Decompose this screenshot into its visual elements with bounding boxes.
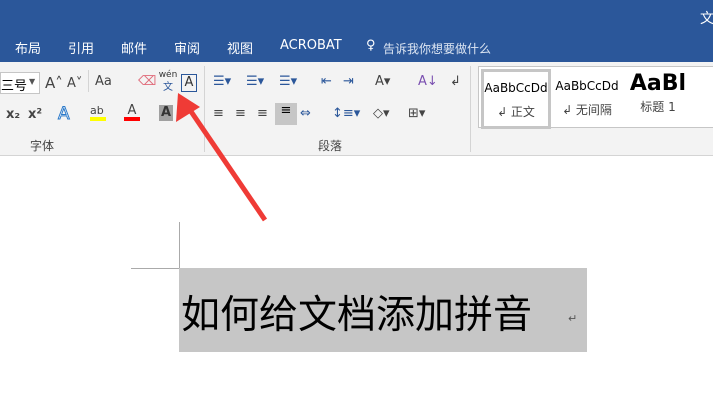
red-arrow-annotation (176, 93, 268, 222)
arrow-shaft (187, 108, 268, 222)
